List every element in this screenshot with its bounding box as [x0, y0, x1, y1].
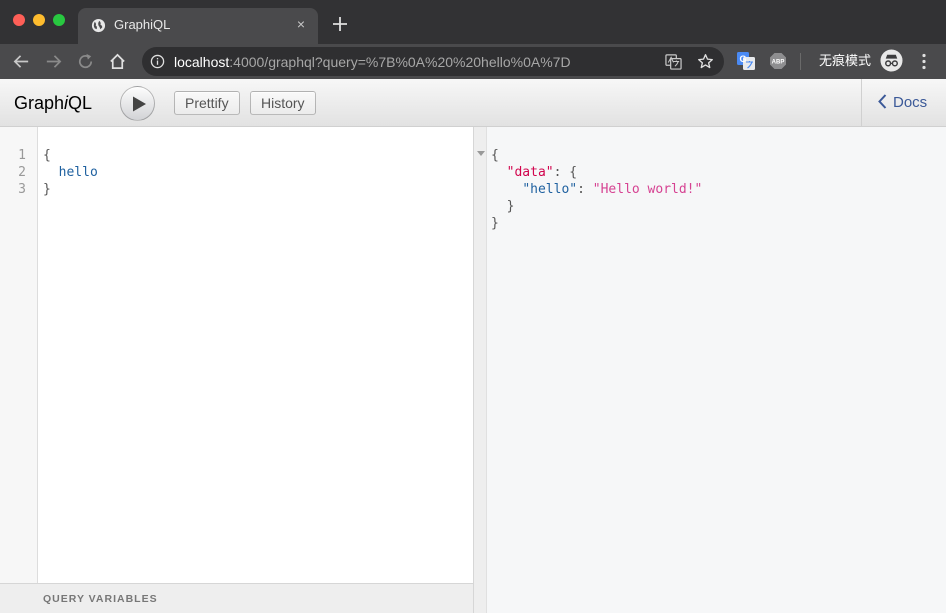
star-icon[interactable] [697, 53, 714, 70]
result-line: "hello": "Hello world!" [522, 182, 703, 197]
home-icon[interactable] [108, 52, 127, 71]
query-line[interactable]: } [43, 181, 51, 198]
adblock-icon[interactable]: ABP [769, 52, 787, 70]
result-line: } [491, 216, 499, 231]
history-button[interactable]: History [250, 91, 316, 115]
docs-bar: Docs [861, 79, 946, 127]
browser-toolbar: localhost:4000/graphql?query=%7B%0A%20%2… [0, 44, 946, 79]
line-number: 3 [18, 182, 26, 197]
graphiql-topbar: GraphiQL Prettify History [0, 79, 861, 127]
result-line: { [491, 148, 499, 163]
pane-divider[interactable] [473, 127, 487, 613]
incognito-label[interactable]: 无痕模式 [819, 53, 871, 69]
incognito-icon[interactable] [880, 49, 903, 72]
fold-arrow-icon[interactable] [477, 151, 485, 156]
info-icon[interactable] [150, 54, 165, 69]
query-variables-bar[interactable]: QUERY VARIABLES [0, 583, 473, 613]
back-icon[interactable] [12, 52, 31, 71]
chevron-left-icon [878, 94, 887, 109]
result-viewer: { "data": { "hello": "Hello world!" } } [487, 127, 946, 613]
tab-title: GraphiQL [114, 17, 171, 32]
play-icon [133, 96, 146, 112]
globe-icon [91, 18, 106, 33]
maximize-window-button[interactable] [53, 14, 65, 26]
toolbar-divider [800, 53, 801, 70]
query-line[interactable]: { [43, 147, 51, 164]
address-bar[interactable]: localhost:4000/graphql?query=%7B%0A%20%2… [142, 47, 724, 76]
translate-icon[interactable] [665, 53, 682, 70]
translate-extension-icon[interactable]: G [737, 52, 755, 70]
query-line[interactable]: hello [43, 164, 98, 181]
execute-query-button[interactable] [120, 86, 155, 121]
tab-close-icon[interactable]: × [294, 17, 308, 31]
url-text: localhost:4000/graphql?query=%7B%0A%20%2… [174, 54, 571, 70]
result-line: } [506, 199, 515, 214]
browser-tab[interactable]: GraphiQL × [78, 8, 318, 44]
minimize-window-button[interactable] [33, 14, 45, 26]
query-editor[interactable]: 1 2 3 { hello } QUERY VARIABLES [0, 127, 473, 613]
new-tab-icon[interactable] [331, 15, 349, 33]
result-line: "data": { [506, 165, 578, 180]
svg-text:G: G [739, 54, 746, 64]
close-window-button[interactable] [13, 14, 25, 26]
graphiql-logo: GraphiQL [14, 93, 93, 113]
query-variables-title: QUERY VARIABLES [43, 593, 158, 605]
reload-icon[interactable] [76, 52, 95, 71]
line-number-gutter: 1 2 3 [0, 127, 38, 583]
forward-icon[interactable] [44, 52, 63, 71]
docs-button[interactable]: Docs [878, 94, 927, 112]
browser-tab-strip: GraphiQL × [0, 0, 946, 44]
line-number: 1 [18, 148, 26, 163]
svg-text:ABP: ABP [772, 60, 785, 66]
prettify-button[interactable]: Prettify [174, 91, 240, 115]
line-number: 2 [18, 165, 26, 180]
graphiql-app: GraphiQL Prettify History Docs 1 2 3 { h… [0, 79, 946, 613]
menu-icon[interactable] [917, 52, 931, 71]
